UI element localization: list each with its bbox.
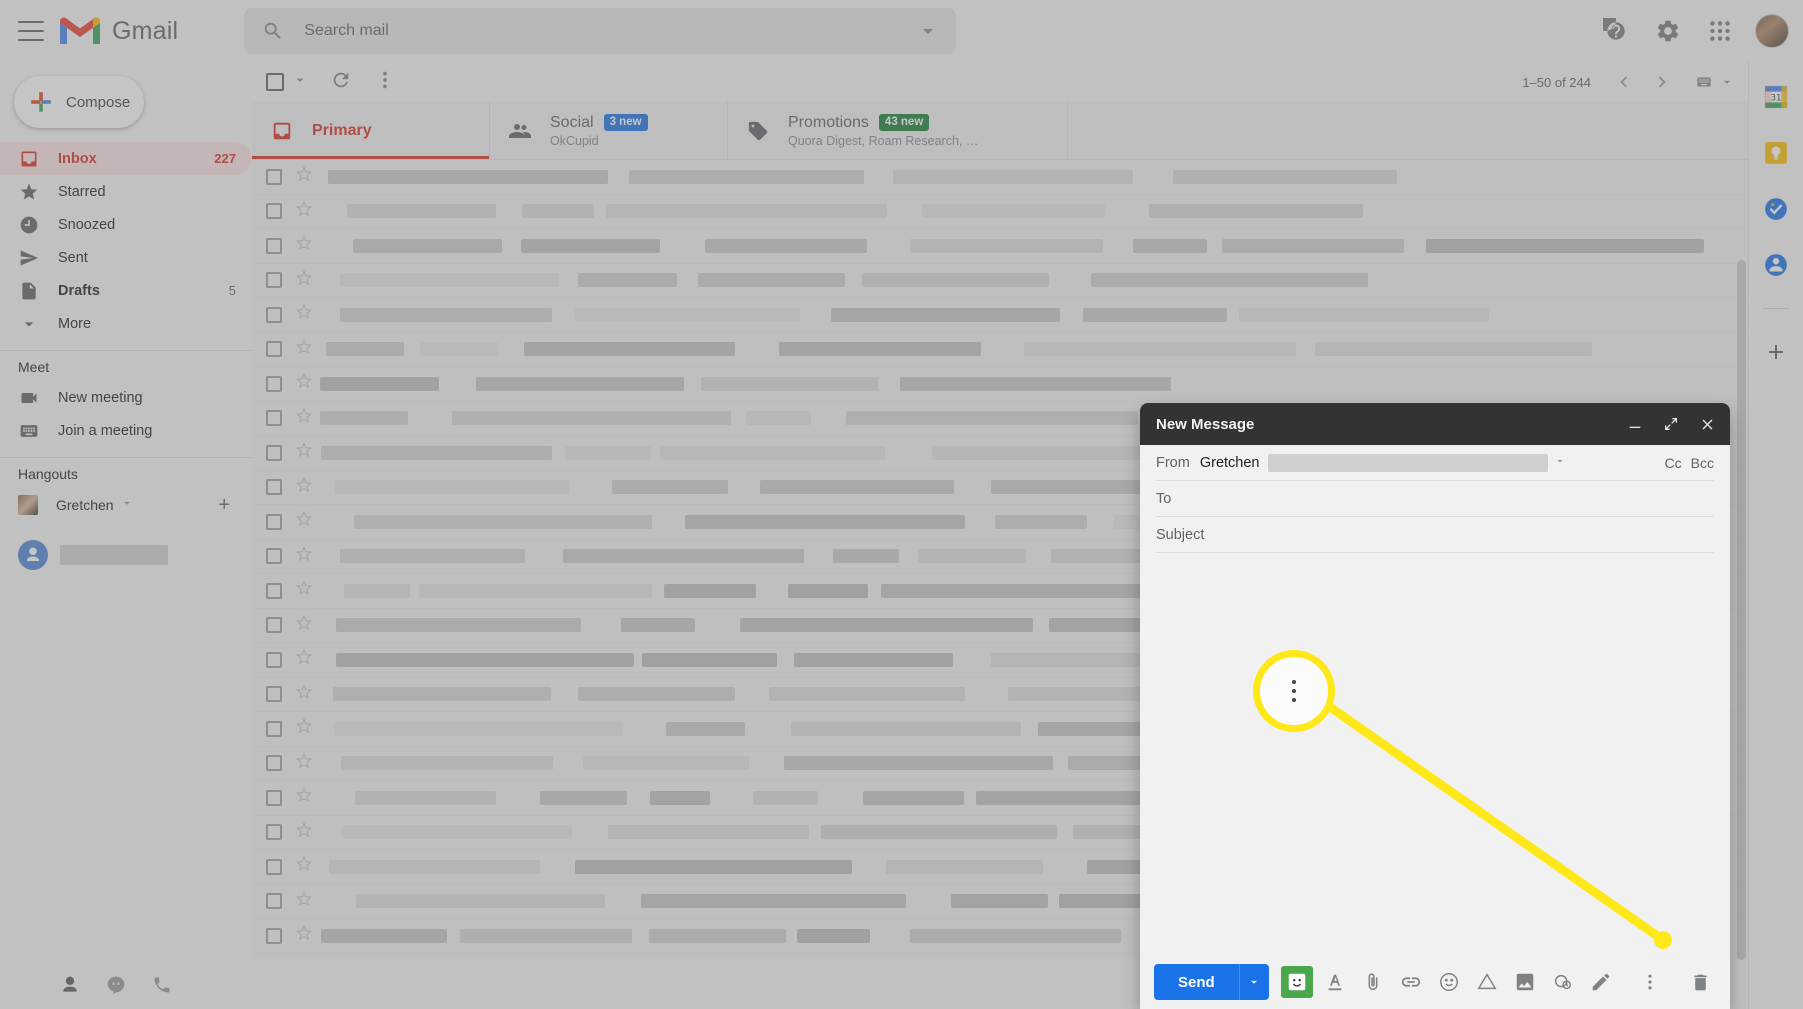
callout-highlight-circle (1253, 650, 1335, 732)
callout-connector (1315, 695, 1672, 949)
more-vertical-icon (1292, 680, 1296, 702)
gmail-app-window: Gmail Search mail Compose Inbox 227 Star… (0, 0, 1803, 1009)
